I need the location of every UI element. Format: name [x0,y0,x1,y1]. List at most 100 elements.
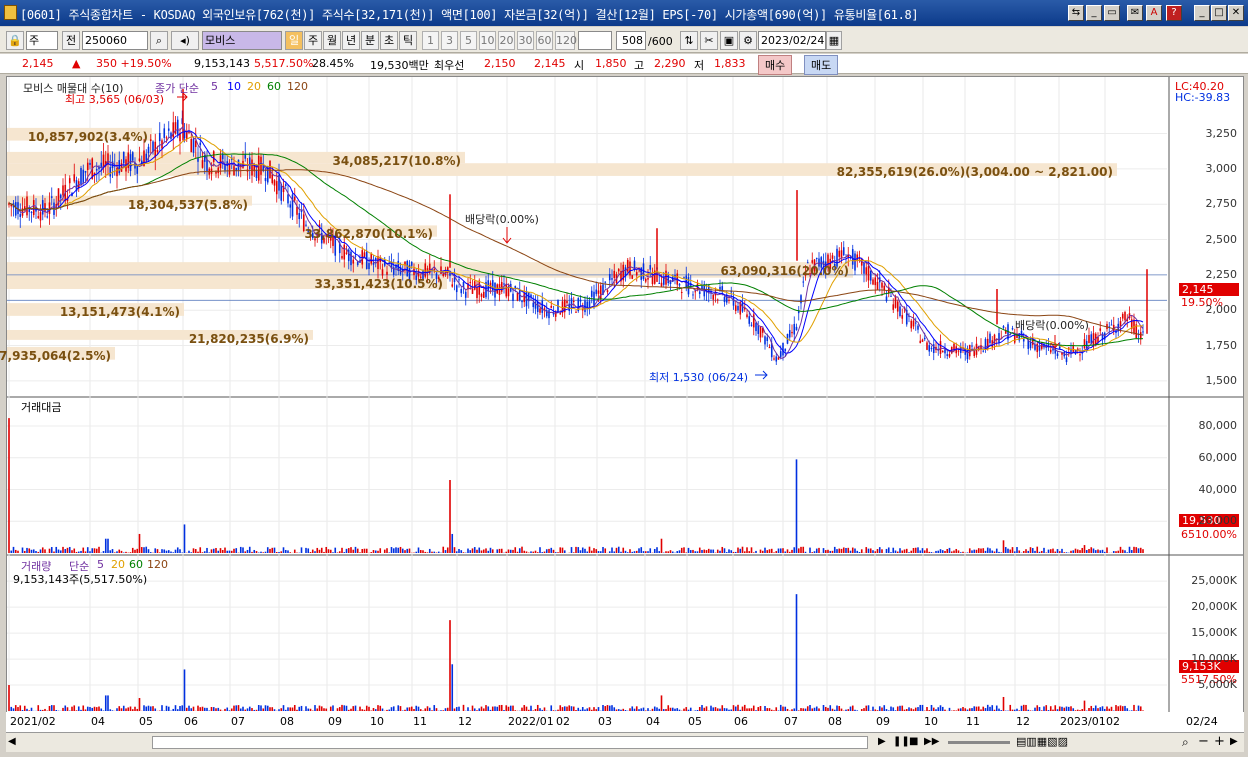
candle-body [611,278,613,280]
link-icon[interactable]: ⇆ [1068,5,1084,21]
tool-icon[interactable]: ✂ [700,31,718,50]
period-button[interactable]: 120 [555,31,577,50]
tab-day[interactable]: 일 [285,31,303,50]
tab-month[interactable]: 월 [323,31,341,50]
amount-bar [554,552,557,553]
volume-bar [638,709,640,711]
refresh-icon[interactable]: ⇅ [680,31,698,50]
volume-bar [671,707,674,711]
count-input[interactable]: 508 [616,31,646,50]
minus-icon[interactable]: − [1198,734,1209,749]
jeon-button[interactable]: 전 [62,31,80,50]
candle-body [516,292,519,301]
font-icon[interactable]: A [1146,5,1162,21]
calendar-icon[interactable]: ▦ [826,31,842,50]
volume-bar [633,708,636,711]
period-button[interactable]: 5 [460,31,477,50]
volume-bar [374,709,377,711]
lock-icon[interactable]: 🔒 [6,31,24,50]
tab-second[interactable]: 초 [380,31,398,50]
period-select[interactable]: 주 [26,31,58,50]
candle-body [62,185,64,196]
speaker-icon[interactable]: ◂) [171,31,199,50]
maximize-icon[interactable]: □ [1211,5,1227,21]
amount-bar [752,552,755,553]
restore-icon[interactable]: ▭ [1104,5,1120,21]
buy-button[interactable]: 매수 [758,55,793,75]
tab-week[interactable]: 주 [304,31,322,50]
volume-bar [1022,704,1025,711]
period-button[interactable]: 10 [479,31,496,50]
candle-body [748,316,751,324]
amount-bar [1058,551,1061,553]
candle-body [631,275,634,279]
amount-bar [215,547,217,553]
amount-bar [680,547,683,553]
period-button[interactable]: 30 [517,31,534,50]
volume-profile-label: 33,862,870(10.1%) [304,227,433,242]
play-icon[interactable]: ▶ [878,736,886,747]
volume-bar [230,708,233,711]
scroll-right-icon[interactable]: ▶ [1230,736,1238,747]
volume-bar [1025,704,1027,711]
amount-y-tick: 40,000 [1198,482,1238,496]
candle-body [228,164,231,175]
volume-bar [847,709,850,711]
volume-bar [944,709,946,711]
zoom-out-icon[interactable]: ⌕ [1182,735,1189,750]
tab-tick[interactable]: 틱 [399,31,417,50]
volume-bar [415,705,418,711]
period-button[interactable]: 20 [498,31,515,50]
tab-minute[interactable]: 분 [361,31,379,50]
search-icon[interactable]: ⌕ [150,31,168,50]
candle-body [122,151,125,164]
amount-bar [1092,548,1095,553]
volume-bar [482,708,485,711]
candle-body [480,294,483,297]
volume-bar [1135,710,1138,711]
volume-bar [689,707,692,711]
stock-code-input[interactable]: 250060 [82,31,148,50]
amount-bar [671,551,674,553]
volume-bar [505,705,508,711]
ma-period: 60 [267,80,281,93]
chart-scrollbar[interactable]: ◀ ▶ ❚❚ ■ ▶▶ ▤▥▦▧▨ ⌕ − + ▶ [6,732,1244,752]
settings-icon[interactable]: ⚙ [739,31,757,50]
period-button[interactable]: 1 [422,31,439,50]
candle-body [865,267,868,275]
stock-name-input[interactable]: 모비스 [202,31,282,50]
plus-icon[interactable]: + [1214,734,1225,749]
scroll-left-icon[interactable]: ◀ [8,736,16,747]
amount-bar [512,549,514,553]
volume-bar [296,709,298,711]
minimize-all-icon[interactable]: _ [1086,5,1102,21]
volume-bar [129,706,132,711]
sell-button[interactable]: 매도 [804,55,839,75]
help-icon[interactable]: ? [1166,5,1182,21]
x-axis-label: 12 [458,715,472,728]
zoom-slider[interactable] [948,741,1010,744]
custom-period-input[interactable] [578,31,612,50]
amount-bar [1022,551,1025,553]
volume-bar [165,705,168,711]
date-input[interactable]: 2023/02/24 [758,31,826,50]
amount-bar [363,548,366,553]
pause-icon[interactable]: ❚❚ [893,736,910,747]
mail-icon[interactable]: ✉ [1127,5,1143,21]
stop-icon[interactable]: ■ [909,736,918,747]
save-icon[interactable]: ▣ [720,31,738,50]
view-icon[interactable]: ▤▥▦▧▨ [1016,735,1068,748]
low-price: 1,833 [714,57,746,70]
period-button[interactable]: 3 [441,31,458,50]
volume-bar [329,706,332,711]
period-button[interactable]: 60 [536,31,553,50]
minimize-icon[interactable]: _ [1194,5,1210,21]
volume-bar [1108,708,1111,711]
tab-year[interactable]: 년 [342,31,360,50]
scroll-thumb[interactable] [152,736,868,749]
close-icon[interactable]: ✕ [1228,5,1244,21]
volume-bar [280,708,283,711]
chart-area[interactable]: 모비스 매물대 수(10) 종가 단순 5 10 20 60 120 LC:40… [0,76,1244,738]
fast-forward-icon[interactable]: ▶▶ [924,736,939,747]
volume-bar [507,706,510,711]
